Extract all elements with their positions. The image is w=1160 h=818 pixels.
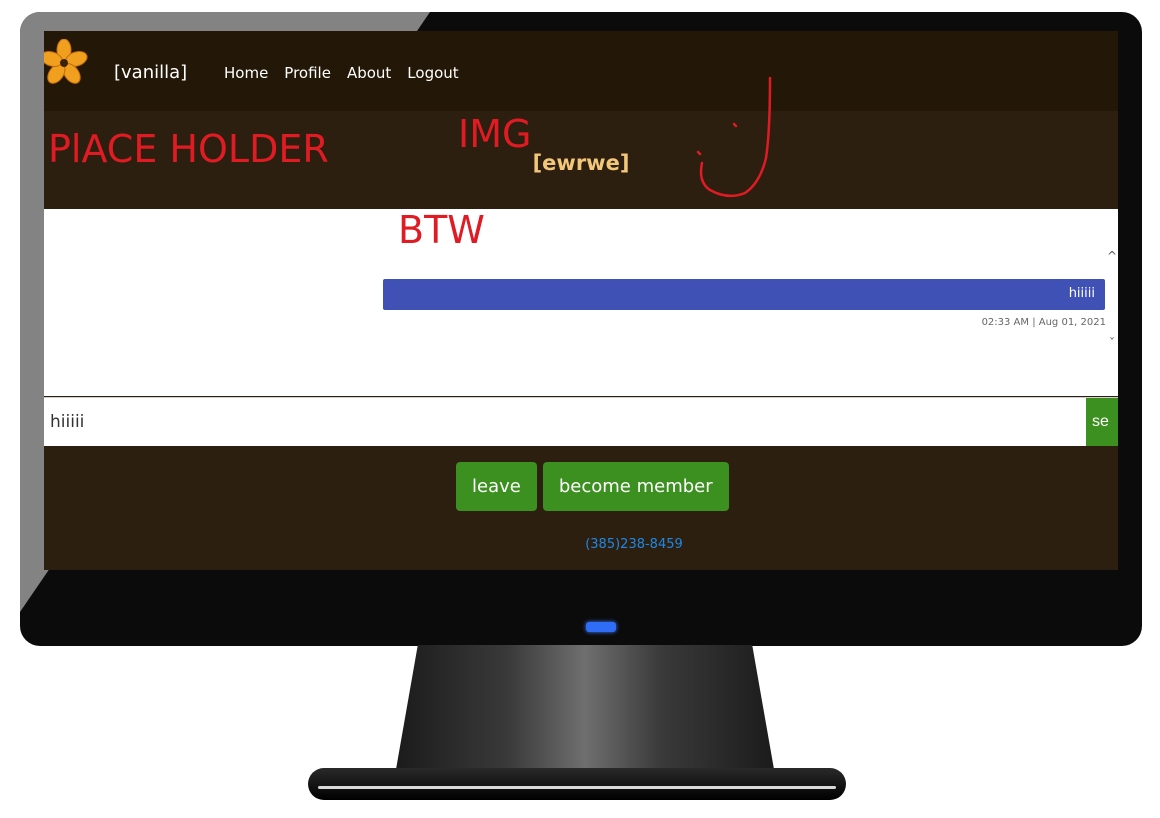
nav-logout[interactable]: Logout bbox=[407, 64, 458, 82]
become-member-button[interactable]: become member bbox=[542, 462, 729, 511]
chevron-up-icon[interactable]: ^ bbox=[1106, 249, 1118, 263]
nav-links: Home Profile About Logout bbox=[224, 64, 475, 82]
monitor-stand-neck bbox=[395, 645, 775, 775]
app-screen: [vanilla] Home Profile About Logout [ewr… bbox=[44, 31, 1118, 570]
nav-profile[interactable]: Profile bbox=[284, 64, 331, 82]
stand-base-highlight bbox=[318, 786, 836, 789]
footer-phone[interactable]: (385)238-8459 bbox=[44, 537, 1118, 552]
nav-about[interactable]: About bbox=[347, 64, 391, 82]
send-button[interactable]: se bbox=[1086, 398, 1118, 446]
message-timestamp: 02:33 AM | Aug 01, 2021 bbox=[981, 317, 1106, 328]
navbar: [vanilla] Home Profile About Logout bbox=[44, 31, 1118, 111]
room-title: [ewrwe] bbox=[532, 151, 630, 175]
leave-button[interactable]: leave bbox=[456, 462, 537, 511]
power-led bbox=[586, 622, 616, 632]
chevron-down-icon[interactable]: ˇ bbox=[1106, 336, 1118, 350]
message-bubble: hiiiii bbox=[383, 279, 1105, 310]
message-text: hiiiii bbox=[1068, 286, 1095, 301]
composer: se bbox=[44, 397, 1118, 446]
nav-home[interactable]: Home bbox=[224, 64, 268, 82]
monitor-stand-base bbox=[308, 768, 846, 800]
flower-icon[interactable] bbox=[44, 39, 88, 87]
chat-message-list[interactable]: ^ hiiiii 02:33 AM | Aug 01, 2021 ˇ bbox=[44, 209, 1118, 396]
room-actions: leave become member bbox=[456, 462, 729, 511]
brand-name[interactable]: [vanilla] bbox=[114, 62, 187, 83]
message-input[interactable] bbox=[44, 398, 1092, 446]
